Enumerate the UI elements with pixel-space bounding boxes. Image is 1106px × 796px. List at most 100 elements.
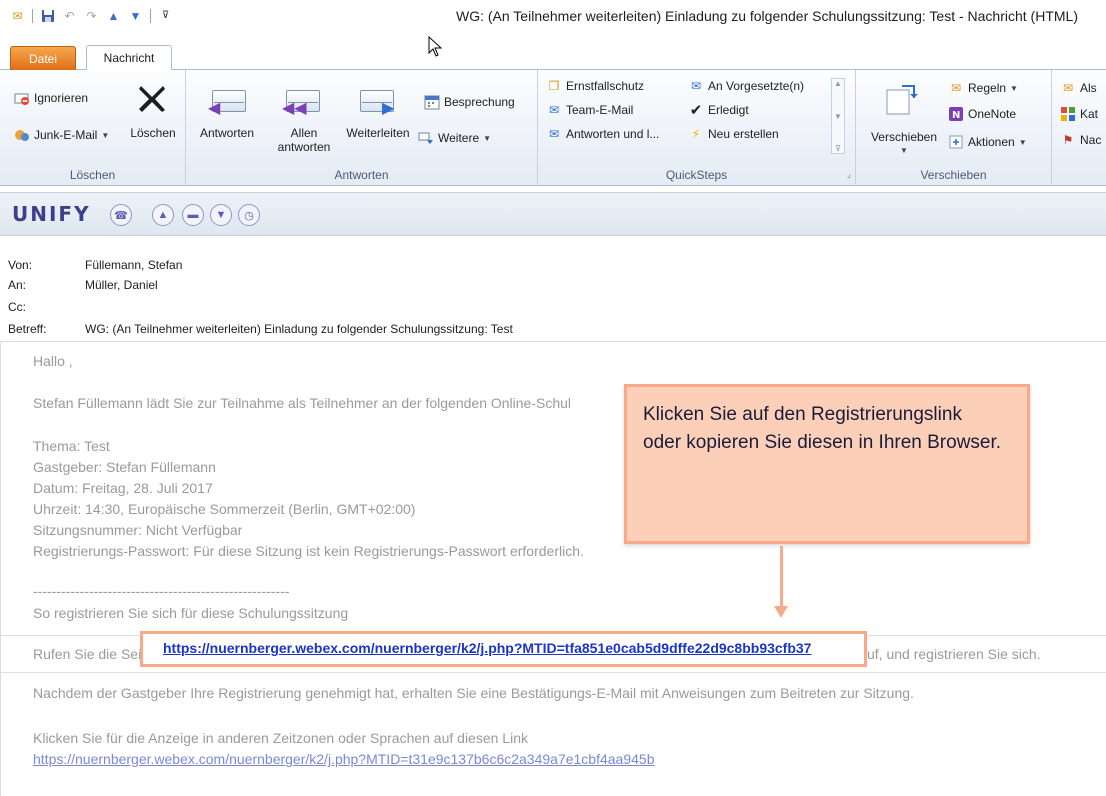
session-line: Sitzungsnummer: Nicht Verfügbar <box>33 522 243 538</box>
delete-label[interactable]: Löschen <box>128 126 178 140</box>
meeting-label: Besprechung <box>444 95 515 109</box>
group-quicksteps: ❒ Ernstfallschutz ✉ An Vorgesetzte(n) ✉ … <box>538 70 856 186</box>
quickstep-vorgesetzte[interactable]: ✉ An Vorgesetzte(n) <box>688 78 804 94</box>
more-actions-icon <box>418 130 434 146</box>
date-line: Datum: Freitag, 28. Juli 2017 <box>33 480 213 496</box>
host-line: Gastgeber: Stefan Füllemann <box>33 459 216 475</box>
group-label-verschieben: Verschieben <box>920 168 987 182</box>
tab-nachricht[interactable]: Nachricht <box>86 45 172 71</box>
chat-icon[interactable]: ▬ <box>182 204 204 226</box>
quickstep-team-mail[interactable]: ✉ Team-E-Mail <box>546 102 633 118</box>
group-loeschen: Ignorieren Junk-E-Mail ▼ Löschen Löschen <box>0 70 186 186</box>
cc-row: Cc: <box>8 300 85 314</box>
unify-toolbar: UNIFY ☎ ▲ ▬ ▼ ◷ <box>0 192 1106 236</box>
up-arrow-icon[interactable]: ▲ <box>106 8 121 23</box>
call-suffix: uf, und registrieren Sie sich. <box>867 646 1041 662</box>
move-label: Verschieben <box>870 130 938 144</box>
video-icon[interactable]: ▼ <box>210 204 232 226</box>
meeting-button[interactable]: Besprechung <box>424 94 515 110</box>
mark-unread-label: Als <box>1080 81 1097 95</box>
reply-button[interactable]: Antworten <box>192 126 262 140</box>
customize-toolbar-icon[interactable]: ⊽ <box>158 8 173 23</box>
delete-icon[interactable] <box>132 79 172 119</box>
actions-label: Aktionen <box>968 135 1015 149</box>
quickstep-erledigt[interactable]: ✔ Erledigt <box>688 102 749 119</box>
onenote-button[interactable]: N OneNote <box>948 106 1016 122</box>
quickstep-label: Antworten und l... <box>566 127 660 141</box>
from-row: Von: Füllemann, Stefan <box>8 258 182 272</box>
tab-datei[interactable]: Datei <box>10 46 76 71</box>
register-link-highlight: https://nuernberger.webex.com/nuernberge… <box>140 631 867 667</box>
title-bar: ✉ ↶ ↷ ▲ ▼ ⊽ WG: (An Teilnehmer weiterlei… <box>0 0 1106 30</box>
scroll-down-icon[interactable]: ▼ <box>834 112 842 121</box>
quickstep-neu-erstellen[interactable]: ⚡ Neu erstellen <box>688 126 779 142</box>
phone-icon[interactable]: ☎ <box>110 204 132 226</box>
move-folder-icon[interactable] <box>884 82 918 115</box>
follow-up-label: Nac <box>1080 133 1102 147</box>
window-title: WG: (An Teilnehmer weiterleiten) Einladu… <box>456 8 1078 24</box>
move-button[interactable]: Verschieben ▼ <box>866 130 942 158</box>
flag-icon: ⚑ <box>1062 133 1074 147</box>
junk-mail-label: Junk-E-Mail <box>34 128 98 142</box>
ignore-button[interactable]: Ignorieren <box>14 90 88 106</box>
toolbar-separator <box>32 8 33 23</box>
junk-mail-icon <box>14 127 30 143</box>
reply-delete-icon: ✉ <box>548 127 560 141</box>
instruction-callout: Klicken Sie auf den Registrierungslink o… <box>624 384 1030 544</box>
forward-icon[interactable]: ▶ <box>360 84 394 117</box>
ignore-icon <box>14 90 30 106</box>
conference-icon[interactable]: ▲ <box>152 204 174 226</box>
group-label-loeschen: Löschen <box>69 168 116 182</box>
quickstep-ernstfallschutz[interactable]: ❒ Ernstfallschutz <box>546 78 644 94</box>
dialog-launcher-icon[interactable]: ⌟ <box>847 169 851 180</box>
group-antworten: ◀ Antworten ◀◀ Allen antworten ▶ Weiterl… <box>186 70 538 186</box>
actions-icon <box>948 134 964 150</box>
time-line: Uhrzeit: 14:30, Europäische Sommerzeit (… <box>33 501 416 517</box>
actions-button[interactable]: Aktionen ▼ <box>948 134 1027 150</box>
password-line: Registrierungs-Passwort: Für diese Sitzu… <box>33 543 584 559</box>
save-icon[interactable] <box>40 8 55 23</box>
scroll-up-icon[interactable]: ▲ <box>834 79 842 88</box>
junk-mail-button[interactable]: Junk-E-Mail ▼ <box>14 127 109 143</box>
schedule-icon[interactable]: ◷ <box>238 204 260 226</box>
categorize-button[interactable]: Kat <box>1060 106 1098 122</box>
redo-icon[interactable]: ↷ <box>84 8 99 23</box>
more-label: Weitere <box>438 131 480 145</box>
svg-text:N: N <box>952 110 960 121</box>
timezone-text: Klicken Sie für die Anzeige in anderen Z… <box>33 730 528 746</box>
undo-icon[interactable]: ↶ <box>62 8 77 23</box>
ignore-label: Ignorieren <box>34 91 89 105</box>
timezone-link[interactable]: https://nuernberger.webex.com/nuernberge… <box>33 751 655 767</box>
calendar-icon <box>424 94 440 110</box>
reply-icon[interactable]: ◀ <box>208 84 246 117</box>
subject-value: WG: (An Teilnehmer weiterleiten) Einladu… <box>85 322 513 336</box>
forward-mail-icon: ✉ <box>690 79 702 93</box>
mark-unread-button[interactable]: ✉ Als <box>1060 80 1097 96</box>
quickstep-label: Erledigt <box>708 103 749 117</box>
quick-access-toolbar: ✉ ↶ ↷ ▲ ▼ ⊽ <box>10 8 173 23</box>
follow-up-button[interactable]: ⚑ Nac <box>1060 132 1102 148</box>
down-arrow-icon[interactable]: ▼ <box>128 8 143 23</box>
from-value[interactable]: Füllemann, Stefan <box>85 258 182 272</box>
reply-all-button[interactable]: Allen antworten <box>274 126 334 154</box>
register-link[interactable]: https://nuernberger.webex.com/nuernberge… <box>163 640 811 656</box>
dropdown-arrow-icon: ▼ <box>483 133 492 143</box>
forward-button[interactable]: Weiterleiten <box>340 126 416 140</box>
to-label: An: <box>8 278 27 292</box>
reply-all-label-1: Allen <box>290 126 318 140</box>
more-button[interactable]: Weitere ▼ <box>418 130 491 146</box>
callout-arrow-line <box>780 546 783 610</box>
quicksteps-scrollbar[interactable]: ▲ ▼ ⊽ <box>831 78 845 154</box>
reply-all-icon[interactable]: ◀◀ <box>282 84 320 117</box>
to-row: An: Müller, Daniel <box>8 278 158 292</box>
checkmark-icon: ✔ <box>689 102 703 119</box>
envelope-icon[interactable]: ✉ <box>10 8 25 23</box>
subject-label: Betreff: <box>8 322 47 336</box>
quickstep-antworten-und[interactable]: ✉ Antworten und l... <box>546 126 659 142</box>
expand-gallery-icon[interactable]: ⊽ <box>835 144 841 153</box>
quickstep-label: Team-E-Mail <box>566 103 634 117</box>
team-mail-icon: ✉ <box>548 103 560 117</box>
dropdown-arrow-icon: ▼ <box>1010 83 1018 93</box>
rules-button[interactable]: ✉ Regeln ▼ <box>948 80 1018 96</box>
to-value[interactable]: Müller, Daniel <box>85 278 158 292</box>
